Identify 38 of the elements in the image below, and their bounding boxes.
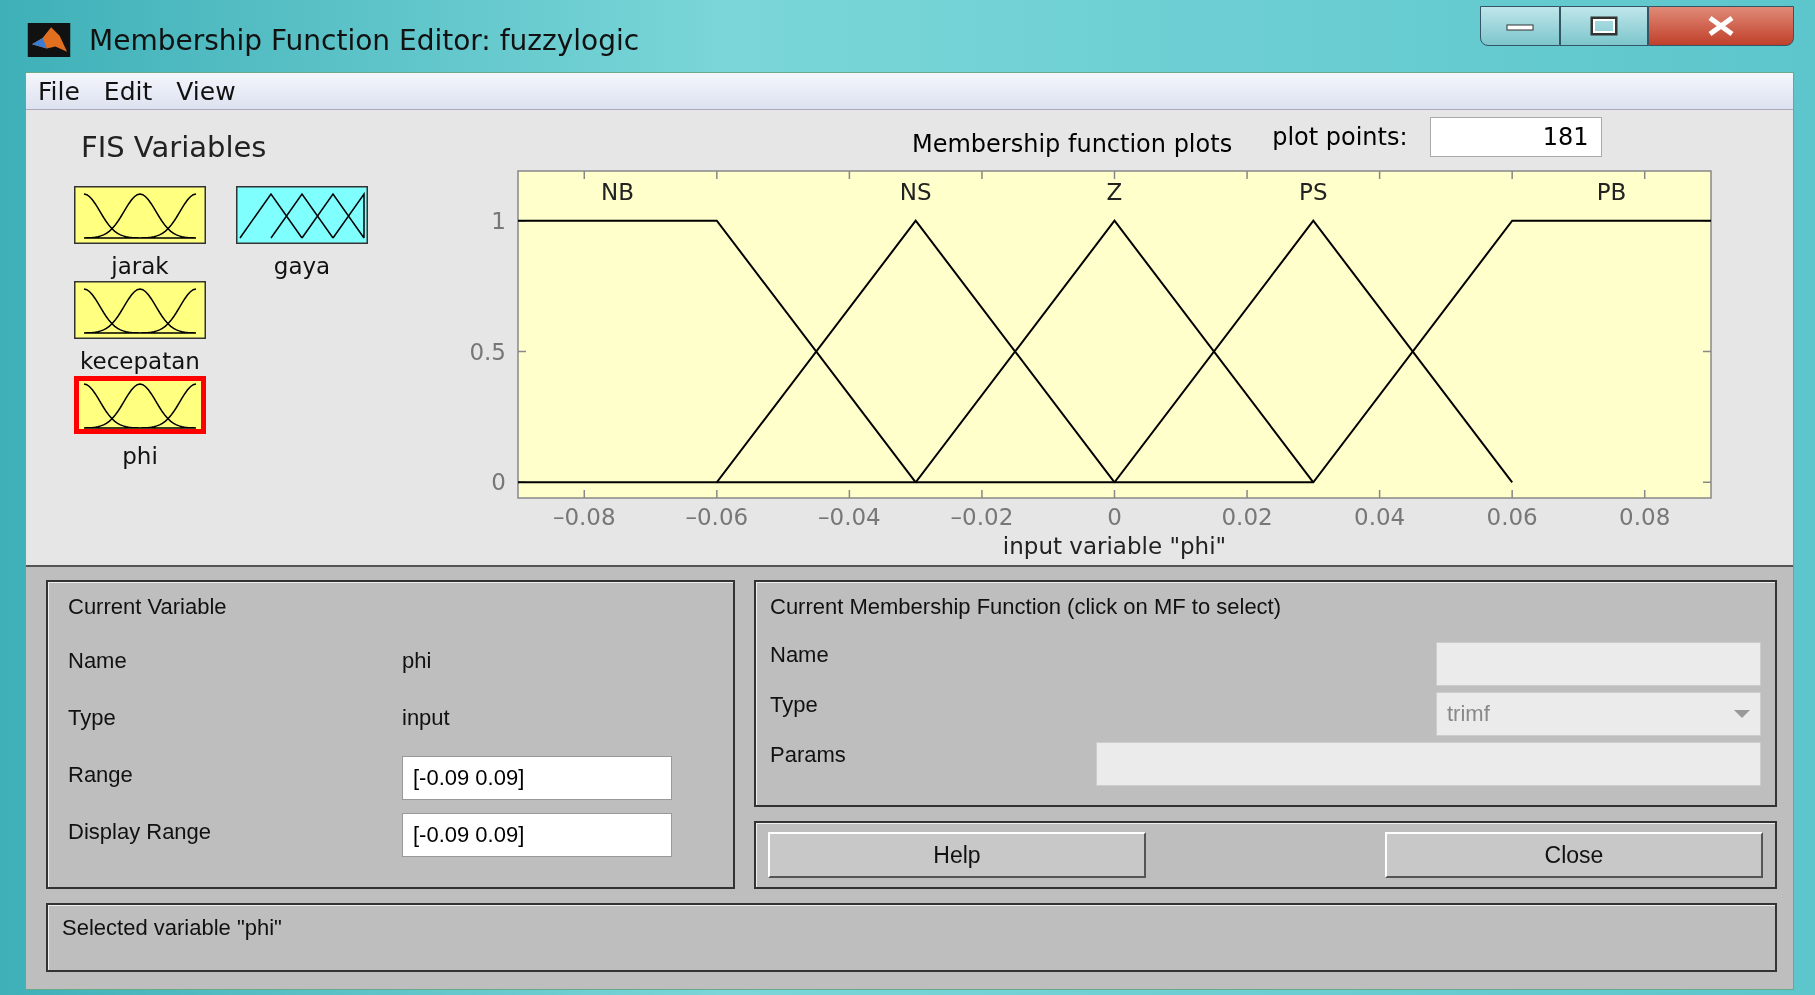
window-title: Membership Function Editor: fuzzylogic: [89, 23, 640, 57]
mf-label: PS: [1299, 179, 1328, 205]
x-tick-label: –0.04: [818, 504, 881, 530]
variable-value: phi: [402, 647, 432, 674]
status-message: Selected variable "phi": [62, 915, 282, 940]
field-label: Type: [770, 692, 818, 718]
mf-label: PB: [1596, 179, 1627, 205]
plot-title: Membership function plots: [912, 130, 1233, 158]
x-tick-label: 0: [1107, 504, 1122, 530]
mf-label: Z: [1106, 179, 1123, 205]
field-label: Type: [68, 704, 117, 731]
panel-title: Current Variable: [68, 594, 228, 620]
x-tick-label: 0.08: [1619, 504, 1671, 530]
plot-points-label: plot points:: [1272, 123, 1408, 151]
x-axis-label: input variable "phi": [1002, 533, 1227, 559]
y-tick-label: 1: [491, 207, 506, 234]
x-tick-label: 0.02: [1221, 504, 1273, 530]
field-label: Display Range: [68, 818, 213, 845]
x-tick-label: –0.08: [552, 504, 616, 530]
x-tick-label: 0.04: [1354, 504, 1406, 530]
field-label: Name: [68, 647, 128, 674]
y-tick-label: 0: [491, 469, 506, 496]
field-label: Range: [68, 761, 134, 788]
fis-variables-heading: FIS Variables: [80, 130, 268, 164]
x-tick-label: –0.06: [685, 504, 749, 530]
variable-name: kecepatan: [80, 349, 200, 373]
mf-label: NS: [899, 179, 932, 205]
mf-label: NB: [600, 179, 634, 205]
x-tick-label: 0.06: [1486, 504, 1538, 530]
panel-title: Current Membership Function (click on MF to select): [770, 594, 1283, 620]
variable-name: phi: [122, 444, 158, 468]
variable-name: gaya: [273, 254, 331, 278]
y-tick-label: 0.5: [469, 338, 506, 365]
field-label: Name: [770, 642, 829, 668]
variable-value: input: [402, 704, 450, 731]
field-label: Params: [770, 742, 846, 768]
variable-name: jarak: [111, 254, 169, 278]
x-tick-label: –0.02: [950, 504, 1014, 530]
